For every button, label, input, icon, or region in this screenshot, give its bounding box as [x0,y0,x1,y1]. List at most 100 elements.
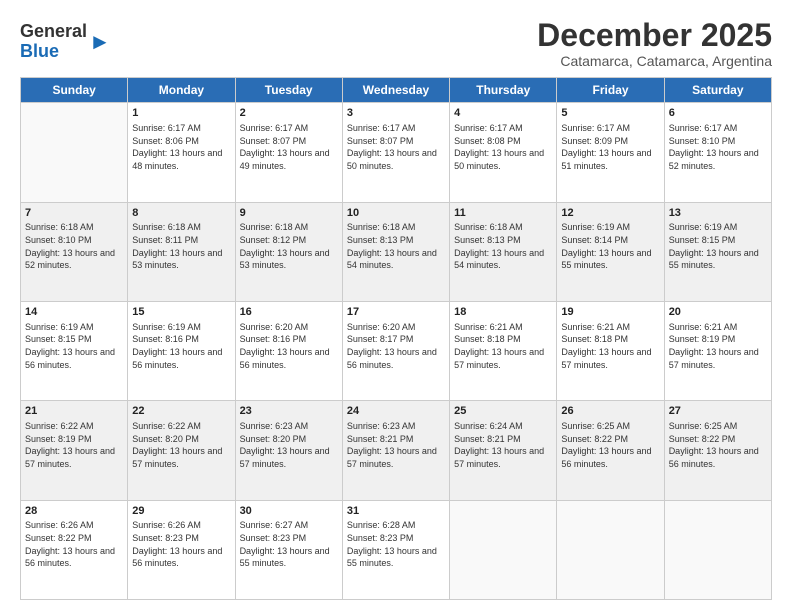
table-row: 14Sunrise: 6:19 AMSunset: 8:15 PMDayligh… [21,301,128,400]
day-number: 28 [25,504,123,519]
calendar-header-row: Sunday Monday Tuesday Wednesday Thursday… [21,78,772,103]
table-row: 23Sunrise: 6:23 AMSunset: 8:20 PMDayligh… [235,401,342,500]
day-number: 22 [132,404,230,419]
day-number: 8 [132,206,230,221]
day-number: 25 [454,404,552,419]
day-number: 19 [561,305,659,320]
cell-info: Sunrise: 6:17 AMSunset: 8:06 PMDaylight:… [132,122,230,172]
calendar-week-row: 1Sunrise: 6:17 AMSunset: 8:06 PMDaylight… [21,103,772,202]
table-row: 22Sunrise: 6:22 AMSunset: 8:20 PMDayligh… [128,401,235,500]
table-row: 5Sunrise: 6:17 AMSunset: 8:09 PMDaylight… [557,103,664,202]
cell-info: Sunrise: 6:18 AMSunset: 8:11 PMDaylight:… [132,221,230,271]
day-number: 12 [561,206,659,221]
calendar-week-row: 7Sunrise: 6:18 AMSunset: 8:10 PMDaylight… [21,202,772,301]
cell-info: Sunrise: 6:19 AMSunset: 8:15 PMDaylight:… [669,221,767,271]
day-number: 18 [454,305,552,320]
cell-info: Sunrise: 6:26 AMSunset: 8:23 PMDaylight:… [132,519,230,569]
table-row [664,500,771,599]
calendar-week-row: 21Sunrise: 6:22 AMSunset: 8:19 PMDayligh… [21,401,772,500]
title-block: December 2025 Catamarca, Catamarca, Arge… [537,18,772,69]
cell-info: Sunrise: 6:28 AMSunset: 8:23 PMDaylight:… [347,519,445,569]
table-row: 21Sunrise: 6:22 AMSunset: 8:19 PMDayligh… [21,401,128,500]
day-number: 29 [132,504,230,519]
cell-info: Sunrise: 6:25 AMSunset: 8:22 PMDaylight:… [669,420,767,470]
day-number: 10 [347,206,445,221]
day-number: 16 [240,305,338,320]
cell-info: Sunrise: 6:21 AMSunset: 8:19 PMDaylight:… [669,321,767,371]
col-saturday: Saturday [664,78,771,103]
day-number: 21 [25,404,123,419]
table-row: 8Sunrise: 6:18 AMSunset: 8:11 PMDaylight… [128,202,235,301]
logo: General Blue ► [20,22,111,62]
table-row: 15Sunrise: 6:19 AMSunset: 8:16 PMDayligh… [128,301,235,400]
cell-info: Sunrise: 6:24 AMSunset: 8:21 PMDaylight:… [454,420,552,470]
cell-info: Sunrise: 6:18 AMSunset: 8:13 PMDaylight:… [454,221,552,271]
table-row [450,500,557,599]
logo-blue-text: Blue [20,41,59,61]
cell-info: Sunrise: 6:17 AMSunset: 8:08 PMDaylight:… [454,122,552,172]
cell-info: Sunrise: 6:22 AMSunset: 8:20 PMDaylight:… [132,420,230,470]
cell-info: Sunrise: 6:18 AMSunset: 8:13 PMDaylight:… [347,221,445,271]
cell-info: Sunrise: 6:19 AMSunset: 8:14 PMDaylight:… [561,221,659,271]
day-number: 17 [347,305,445,320]
table-row: 18Sunrise: 6:21 AMSunset: 8:18 PMDayligh… [450,301,557,400]
col-friday: Friday [557,78,664,103]
cell-info: Sunrise: 6:20 AMSunset: 8:16 PMDaylight:… [240,321,338,371]
cell-info: Sunrise: 6:23 AMSunset: 8:20 PMDaylight:… [240,420,338,470]
calendar-table: Sunday Monday Tuesday Wednesday Thursday… [20,77,772,600]
table-row: 13Sunrise: 6:19 AMSunset: 8:15 PMDayligh… [664,202,771,301]
day-number: 4 [454,106,552,121]
cell-info: Sunrise: 6:17 AMSunset: 8:10 PMDaylight:… [669,122,767,172]
day-number: 27 [669,404,767,419]
cell-info: Sunrise: 6:21 AMSunset: 8:18 PMDaylight:… [561,321,659,371]
cell-info: Sunrise: 6:18 AMSunset: 8:10 PMDaylight:… [25,221,123,271]
cell-info: Sunrise: 6:27 AMSunset: 8:23 PMDaylight:… [240,519,338,569]
table-row [557,500,664,599]
table-row: 16Sunrise: 6:20 AMSunset: 8:16 PMDayligh… [235,301,342,400]
cell-info: Sunrise: 6:17 AMSunset: 8:09 PMDaylight:… [561,122,659,172]
table-row: 1Sunrise: 6:17 AMSunset: 8:06 PMDaylight… [128,103,235,202]
day-number: 15 [132,305,230,320]
cell-info: Sunrise: 6:22 AMSunset: 8:19 PMDaylight:… [25,420,123,470]
table-row: 30Sunrise: 6:27 AMSunset: 8:23 PMDayligh… [235,500,342,599]
table-row: 29Sunrise: 6:26 AMSunset: 8:23 PMDayligh… [128,500,235,599]
day-number: 31 [347,504,445,519]
table-row: 3Sunrise: 6:17 AMSunset: 8:07 PMDaylight… [342,103,449,202]
col-monday: Monday [128,78,235,103]
location-subtitle: Catamarca, Catamarca, Argentina [537,53,772,69]
col-tuesday: Tuesday [235,78,342,103]
table-row: 12Sunrise: 6:19 AMSunset: 8:14 PMDayligh… [557,202,664,301]
table-row: 20Sunrise: 6:21 AMSunset: 8:19 PMDayligh… [664,301,771,400]
day-number: 13 [669,206,767,221]
table-row: 28Sunrise: 6:26 AMSunset: 8:22 PMDayligh… [21,500,128,599]
cell-info: Sunrise: 6:26 AMSunset: 8:22 PMDaylight:… [25,519,123,569]
cell-info: Sunrise: 6:19 AMSunset: 8:16 PMDaylight:… [132,321,230,371]
day-number: 14 [25,305,123,320]
day-number: 24 [347,404,445,419]
logo-general-text: General [20,21,87,41]
table-row: 10Sunrise: 6:18 AMSunset: 8:13 PMDayligh… [342,202,449,301]
table-row [21,103,128,202]
table-row: 27Sunrise: 6:25 AMSunset: 8:22 PMDayligh… [664,401,771,500]
page: General Blue ► December 2025 Catamarca, … [0,0,792,612]
day-number: 20 [669,305,767,320]
table-row: 11Sunrise: 6:18 AMSunset: 8:13 PMDayligh… [450,202,557,301]
cell-info: Sunrise: 6:20 AMSunset: 8:17 PMDaylight:… [347,321,445,371]
day-number: 30 [240,504,338,519]
day-number: 2 [240,106,338,121]
day-number: 9 [240,206,338,221]
cell-info: Sunrise: 6:18 AMSunset: 8:12 PMDaylight:… [240,221,338,271]
day-number: 11 [454,206,552,221]
cell-info: Sunrise: 6:19 AMSunset: 8:15 PMDaylight:… [25,321,123,371]
day-number: 7 [25,206,123,221]
cell-info: Sunrise: 6:17 AMSunset: 8:07 PMDaylight:… [240,122,338,172]
col-thursday: Thursday [450,78,557,103]
day-number: 3 [347,106,445,121]
cell-info: Sunrise: 6:25 AMSunset: 8:22 PMDaylight:… [561,420,659,470]
cell-info: Sunrise: 6:21 AMSunset: 8:18 PMDaylight:… [454,321,552,371]
table-row: 6Sunrise: 6:17 AMSunset: 8:10 PMDaylight… [664,103,771,202]
table-row: 2Sunrise: 6:17 AMSunset: 8:07 PMDaylight… [235,103,342,202]
table-row: 7Sunrise: 6:18 AMSunset: 8:10 PMDaylight… [21,202,128,301]
table-row: 19Sunrise: 6:21 AMSunset: 8:18 PMDayligh… [557,301,664,400]
col-wednesday: Wednesday [342,78,449,103]
